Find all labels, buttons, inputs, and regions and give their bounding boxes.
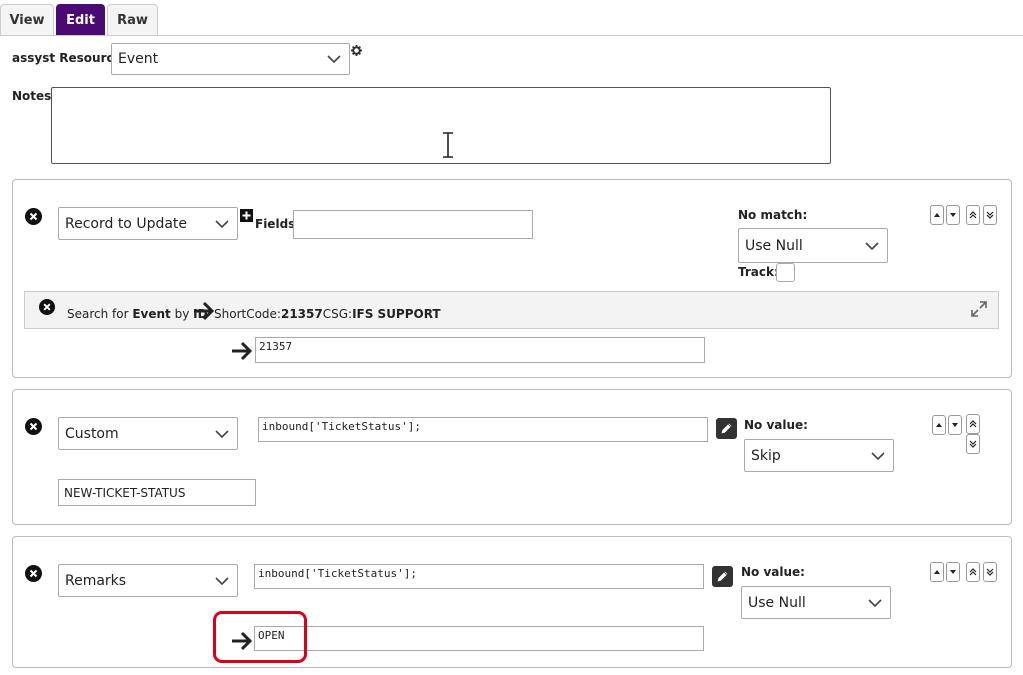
rule2-type-select[interactable]: Custom bbox=[58, 417, 238, 450]
caret-down-icon bbox=[950, 570, 956, 574]
double-chevron-down-icon bbox=[969, 440, 977, 448]
rule3-no-value-select[interactable]: Use Null bbox=[741, 586, 891, 619]
move-top-button[interactable] bbox=[966, 205, 980, 225]
move-top-button[interactable] bbox=[966, 414, 980, 434]
chevron-down-icon bbox=[868, 598, 882, 607]
resource-label: assyst Resource: bbox=[12, 51, 127, 65]
double-chevron-up-icon bbox=[969, 211, 977, 219]
search-detail: ShortCode:21357CSG:IFS SUPPORT bbox=[214, 307, 441, 321]
gear-icon[interactable] bbox=[351, 45, 362, 56]
remove-rule-icon[interactable] bbox=[25, 418, 42, 435]
chevron-down-icon bbox=[215, 219, 229, 228]
double-chevron-up-icon bbox=[969, 420, 977, 428]
rule3-expression-input[interactable]: inbound['TicketStatus']; bbox=[254, 564, 704, 589]
expand-icon[interactable] bbox=[971, 301, 987, 317]
highlight-annotation bbox=[213, 611, 307, 663]
rule2-no-value-value: Skip bbox=[751, 447, 781, 464]
fields-input[interactable] bbox=[293, 210, 533, 239]
chevron-down-icon bbox=[215, 429, 229, 438]
rule2-type-value: Custom bbox=[65, 425, 119, 442]
output-value-input[interactable]: OPEN bbox=[254, 626, 704, 651]
move-up-button[interactable] bbox=[932, 415, 946, 435]
edit-expression-button[interactable] bbox=[716, 418, 737, 439]
double-chevron-down-icon bbox=[986, 211, 994, 219]
chevron-down-icon bbox=[327, 55, 341, 63]
rule3-type-value: Remarks bbox=[65, 572, 127, 589]
move-bottom-button[interactable] bbox=[966, 434, 980, 454]
notes-label: Notes: bbox=[12, 89, 57, 103]
rule1-type-value: Record to Update bbox=[65, 215, 188, 232]
caret-down-icon bbox=[950, 213, 956, 217]
rule3-no-value-value: Use Null bbox=[748, 594, 806, 611]
double-chevron-up-icon bbox=[969, 568, 977, 576]
chevron-down-icon bbox=[215, 576, 229, 585]
pencil-icon bbox=[716, 570, 729, 583]
no-match-label: No match: bbox=[738, 208, 808, 222]
move-bottom-button[interactable] bbox=[983, 562, 997, 582]
edit-expression-button[interactable] bbox=[712, 566, 733, 587]
move-top-button[interactable] bbox=[966, 562, 980, 582]
remove-search-icon[interactable] bbox=[39, 299, 55, 315]
search-description: Search for Event by ID bbox=[67, 307, 208, 321]
move-down-button[interactable] bbox=[946, 205, 960, 225]
pencil-icon bbox=[720, 422, 733, 435]
tab-edit[interactable]: Edit bbox=[56, 4, 105, 35]
tab-divider bbox=[0, 35, 1023, 36]
track-checkbox[interactable] bbox=[776, 263, 795, 282]
arrow-right-icon bbox=[232, 341, 253, 361]
rule1-type-select[interactable]: Record to Update bbox=[58, 207, 238, 240]
add-field-icon[interactable] bbox=[240, 209, 253, 222]
move-down-button[interactable] bbox=[948, 415, 962, 435]
move-up-button[interactable] bbox=[930, 205, 944, 225]
no-match-value: Use Null bbox=[745, 237, 803, 254]
chevron-down-icon bbox=[865, 241, 879, 250]
no-value-label: No value: bbox=[741, 565, 805, 579]
arrow-right-icon bbox=[194, 301, 215, 321]
remove-rule-icon[interactable] bbox=[25, 208, 42, 225]
caret-up-icon bbox=[934, 570, 940, 574]
text-cursor-icon bbox=[443, 132, 453, 158]
chevron-down-icon bbox=[871, 451, 885, 460]
move-bottom-button[interactable] bbox=[983, 205, 997, 225]
target-field-input[interactable]: NEW-TICKET-STATUS bbox=[58, 479, 256, 506]
resource-select[interactable]: Event bbox=[111, 43, 350, 75]
caret-up-icon bbox=[936, 423, 942, 427]
move-up-button[interactable] bbox=[930, 562, 944, 582]
move-down-button[interactable] bbox=[946, 562, 960, 582]
double-chevron-down-icon bbox=[986, 568, 994, 576]
no-value-label: No value: bbox=[744, 418, 808, 432]
no-match-select[interactable]: Use Null bbox=[738, 228, 888, 263]
rule3-type-select[interactable]: Remarks bbox=[58, 564, 238, 597]
remove-rule-icon[interactable] bbox=[25, 565, 42, 582]
resource-select-value: Event bbox=[118, 51, 159, 67]
rule2-expression-input[interactable]: inbound['TicketStatus']; bbox=[258, 417, 708, 442]
caret-up-icon bbox=[934, 213, 940, 217]
track-label: Track: bbox=[738, 265, 779, 279]
id-value-input[interactable]: 21357 bbox=[255, 337, 705, 363]
tab-view[interactable]: View bbox=[0, 4, 54, 35]
caret-down-icon bbox=[952, 423, 958, 427]
tab-raw[interactable]: Raw bbox=[107, 4, 158, 35]
rule2-no-value-select[interactable]: Skip bbox=[744, 439, 894, 472]
